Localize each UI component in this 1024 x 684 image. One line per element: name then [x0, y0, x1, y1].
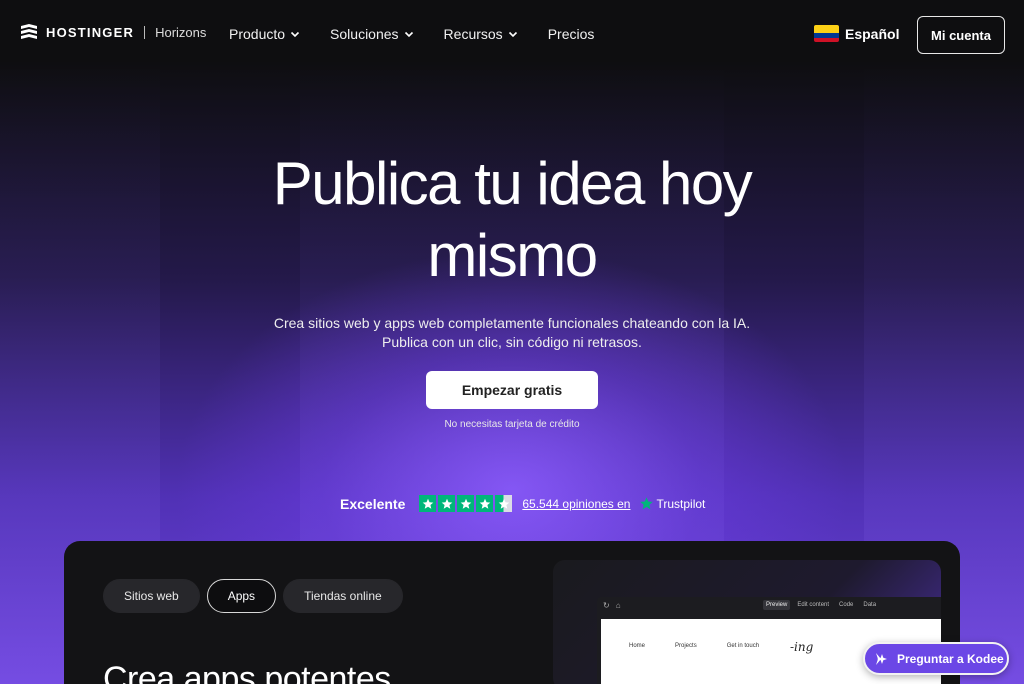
- hero-subtitle: Crea sitios web y apps web completamente…: [0, 314, 1024, 352]
- main-menu: Producto Soluciones Recursos Precios: [229, 26, 594, 42]
- preview-site-logo: -ing: [790, 640, 814, 654]
- tab-apps[interactable]: Apps: [206, 579, 277, 613]
- toolbar-tab-code[interactable]: Code: [836, 600, 856, 610]
- site-nav-projects: Projects: [675, 643, 697, 649]
- hero-title: Publica tu idea hoy mismo: [0, 148, 1024, 292]
- menu-item-producto[interactable]: Producto: [229, 26, 300, 42]
- hero-subtitle-line-1: Crea sitios web y apps web completamente…: [273, 315, 751, 331]
- reviews-link[interactable]: 65.544 opiniones en: [522, 497, 630, 511]
- colombia-flag-icon: [814, 25, 839, 42]
- trustpilot-star-icon: [640, 497, 654, 510]
- page: HOSTINGER Horizons Producto Soluciones R…: [0, 0, 1024, 684]
- menu-item-label: Producto: [229, 26, 286, 42]
- no-card-note: No necesitas tarjeta de crédito: [444, 419, 580, 430]
- browser-controls: ↻ ⌂: [603, 601, 621, 610]
- chevron-down-icon: [404, 31, 413, 38]
- star-icon: [457, 495, 475, 512]
- menu-item-label: Soluciones: [330, 26, 399, 42]
- menu-item-precios[interactable]: Precios: [548, 26, 595, 42]
- ask-kodee-label: Preguntar a Kodee: [897, 651, 1004, 666]
- hero-subtitle-line-2: Publica con un clic, sin código ni retra…: [382, 334, 642, 350]
- half-star-icon: [495, 495, 513, 512]
- trustpilot-logo[interactable]: Trustpilot: [640, 497, 705, 511]
- star-rating: [419, 495, 513, 512]
- ask-kodee-button[interactable]: Preguntar a Kodee: [863, 642, 1009, 675]
- toolbar-tab-preview[interactable]: Preview: [763, 600, 791, 610]
- preview-toolbar-tabs: Preview Edit content Code Data: [763, 600, 879, 610]
- star-icon: [419, 495, 437, 512]
- chevron-down-icon: [508, 31, 517, 38]
- menu-item-soluciones[interactable]: Soluciones: [330, 26, 414, 42]
- reload-icon[interactable]: ↻: [603, 601, 610, 610]
- my-account-button[interactable]: Mi cuenta: [917, 16, 1005, 54]
- site-nav-get-in-touch: Get in touch: [726, 643, 760, 649]
- trustpilot-name: Trustpilot: [656, 496, 706, 511]
- brand-product: Horizons: [155, 24, 207, 40]
- language-selector[interactable]: Español: [814, 25, 899, 42]
- site-nav-home: Home: [629, 643, 646, 649]
- hostinger-logo-icon: [21, 24, 37, 39]
- home-icon[interactable]: ⌂: [616, 601, 621, 610]
- showcase-tabs: Sitios web Apps Tiendas online: [103, 579, 403, 613]
- hero-title-line-1: Publica tu idea hoy: [272, 150, 753, 217]
- hero-title-line-2: mismo: [427, 222, 598, 289]
- chevron-down-icon: [290, 31, 300, 38]
- menu-item-label: Recursos: [443, 26, 503, 42]
- toolbar-tab-data[interactable]: Data: [860, 600, 879, 610]
- tab-tiendas-online[interactable]: Tiendas online: [283, 579, 403, 613]
- preview-site-nav: Home Projects Get in touch: [629, 643, 759, 649]
- star-icon: [438, 495, 456, 512]
- kodee-sparkle-icon: [876, 652, 887, 665]
- star-icon: [476, 495, 494, 512]
- menu-item-label: Precios: [547, 26, 595, 42]
- start-free-button[interactable]: Empezar gratis: [426, 371, 598, 409]
- top-nav: HOSTINGER Horizons Producto Soluciones R…: [0, 0, 1024, 68]
- brand-logo[interactable]: HOSTINGER Horizons: [20, 23, 206, 41]
- menu-item-recursos[interactable]: Recursos: [444, 26, 518, 42]
- showcase-heading: Crea apps potentes: [103, 660, 391, 684]
- brand-name: HOSTINGER: [46, 24, 135, 40]
- rating-word: Excelente: [340, 495, 406, 512]
- toolbar-tab-edit-content[interactable]: Edit content: [794, 600, 832, 610]
- trustpilot-widget: Excelente 65.544 opiniones en Trustpilot: [340, 495, 705, 512]
- language-label: Español: [845, 25, 900, 42]
- brand-divider: [144, 25, 146, 39]
- tab-sitios-web[interactable]: Sitios web: [103, 579, 200, 613]
